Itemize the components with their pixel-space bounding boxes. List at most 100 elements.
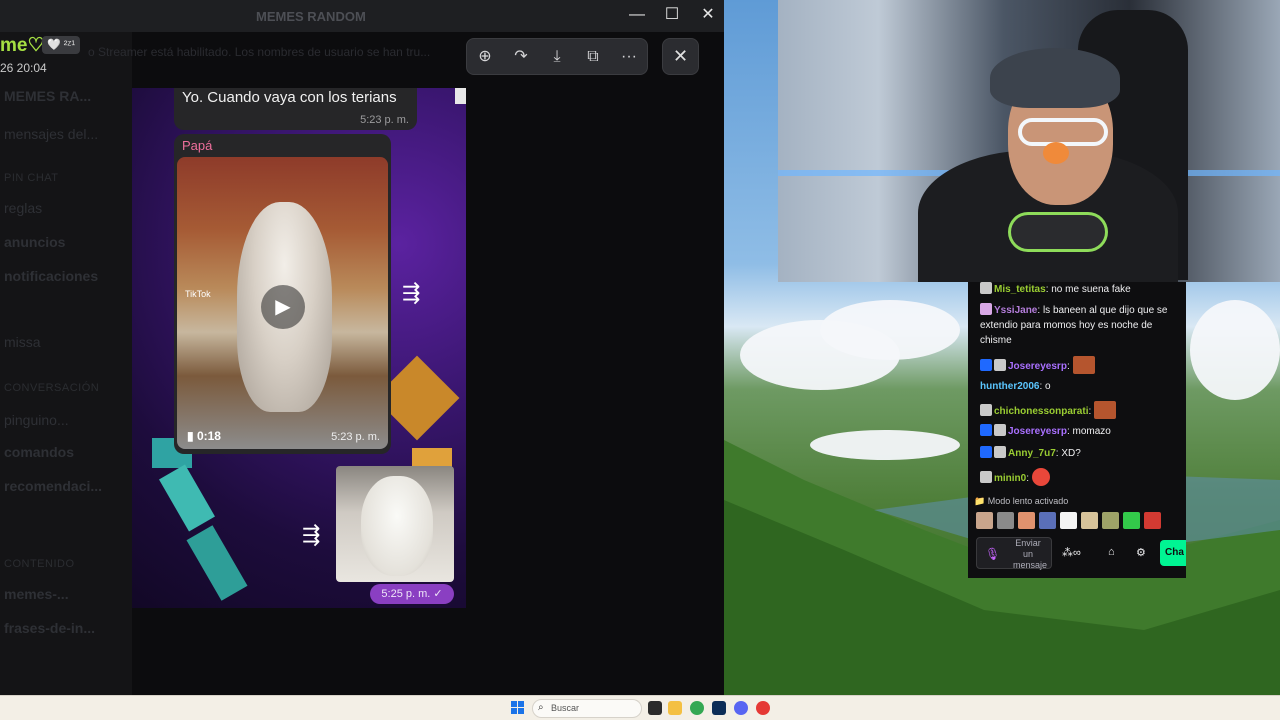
more-icon[interactable]: ··· bbox=[619, 47, 639, 67]
chat-username[interactable]: Josereyesrp bbox=[1008, 426, 1067, 437]
twitch-chat-panel: Mis_tetitas: no me suena fake YssiJane: … bbox=[968, 282, 1186, 578]
close-viewer-button[interactable]: ✕ bbox=[662, 38, 699, 75]
webcam-feed bbox=[778, 0, 1280, 282]
sidebar-item[interactable]: frases-de-in... bbox=[4, 620, 95, 636]
chat-text: no me suena fake bbox=[1051, 284, 1131, 295]
emote-icon[interactable] bbox=[1123, 512, 1140, 529]
cap bbox=[990, 48, 1120, 108]
title-bar: MEMES RANDOM — ☐ ✕ bbox=[0, 0, 724, 32]
chat-username[interactable]: Anny_7u7 bbox=[1008, 448, 1056, 459]
emote-icon[interactable] bbox=[1039, 512, 1056, 529]
bits-icon[interactable]: ⁂∞ bbox=[1062, 546, 1081, 559]
channel-sidebar: MEMES RA... mensajes del... PIN CHAT reg… bbox=[0, 32, 132, 695]
novelty-glasses bbox=[1018, 118, 1108, 146]
server-name[interactable]: MEMES RA... bbox=[4, 88, 91, 104]
sidebar-category[interactable]: PIN CHAT bbox=[4, 172, 59, 184]
emote-icon[interactable] bbox=[997, 512, 1014, 529]
emote-icon[interactable] bbox=[976, 512, 993, 529]
chrome-icon[interactable] bbox=[690, 701, 704, 715]
video-duration: ▮ 0:18 bbox=[187, 429, 221, 443]
chat-message: hunther2006: o bbox=[980, 381, 1051, 392]
open-external-icon[interactable]: ⧉ bbox=[583, 47, 603, 67]
store-icon[interactable]: ⌂ bbox=[1108, 546, 1115, 558]
chat-username[interactable]: Mis_tetitas bbox=[994, 284, 1046, 295]
play-icon: ▶ bbox=[261, 285, 305, 329]
emote-icon[interactable] bbox=[1060, 512, 1077, 529]
prime-badge-icon bbox=[980, 424, 992, 436]
sidebar-item[interactable]: memes-... bbox=[4, 586, 69, 602]
windows-start-icon[interactable] bbox=[511, 701, 525, 715]
emote-icon[interactable] bbox=[1102, 512, 1119, 529]
discord-window: MEMES RANDOM — ☐ ✕ MEMES RA... mensajes … bbox=[0, 0, 724, 695]
microphone-icon[interactable]: 🎙 bbox=[985, 547, 1000, 561]
message-text: Yo. Cuando vaya con los terians bbox=[182, 89, 397, 106]
video-thumbnail: TikTok ▶ ▮ 0:18 5:23 p. m. bbox=[177, 157, 388, 449]
chat-username[interactable]: Josereyesrp bbox=[1008, 361, 1067, 372]
forward-icon[interactable]: ↷ bbox=[511, 47, 531, 67]
chat-message: chichonessonparati: bbox=[980, 401, 1176, 419]
close-window-button[interactable]: ✕ bbox=[699, 6, 717, 24]
scroll-marker bbox=[455, 88, 466, 104]
photoshop-icon[interactable] bbox=[712, 701, 726, 715]
task-view-icon[interactable] bbox=[648, 701, 662, 715]
settings-gear-icon[interactable]: ⚙ bbox=[1136, 546, 1146, 559]
cloud bbox=[820, 300, 960, 360]
maximize-button[interactable]: ☐ bbox=[663, 6, 681, 24]
chat-text: XD? bbox=[1061, 448, 1081, 459]
zoom-in-icon[interactable]: ⊕ bbox=[475, 47, 495, 67]
chat-text: momazo bbox=[1072, 426, 1111, 437]
chat-username[interactable]: hunther2006 bbox=[980, 381, 1039, 392]
sidebar-item[interactable]: mensajes del... bbox=[4, 126, 98, 142]
sidebar-category[interactable]: CONVERSACIÓN bbox=[4, 382, 99, 394]
slow-mode-text: Modo lento activado bbox=[987, 496, 1069, 506]
timestamp: 26 20:04 bbox=[0, 61, 47, 75]
app-icon[interactable] bbox=[756, 701, 770, 715]
image-viewer-toolbar: ⊕ ↷ ⤓ ⧉ ··· bbox=[466, 38, 648, 75]
sidebar-item[interactable]: comandos bbox=[4, 444, 74, 460]
chat-message: Josereyesrp: momazo bbox=[980, 424, 1176, 439]
chat-username[interactable]: YssiJane bbox=[994, 305, 1037, 316]
subscriber-badge-icon bbox=[994, 446, 1006, 458]
chat-send-button[interactable]: Cha bbox=[1160, 540, 1186, 566]
discord-app-icon[interactable] bbox=[734, 701, 748, 715]
sidebar-item[interactable]: recomendaci... bbox=[4, 478, 102, 494]
emote-icon[interactable] bbox=[1081, 512, 1098, 529]
chat-username[interactable]: chichonessonparati bbox=[994, 406, 1088, 417]
sidebar-item[interactable]: notificaciones bbox=[4, 268, 98, 284]
video-message-bubble: Papá TikTok ▶ ▮ 0:18 5:23 p. m. bbox=[174, 134, 391, 454]
sidebar-item[interactable]: missa bbox=[4, 334, 41, 350]
forward-icon: ⇶ bbox=[402, 280, 421, 305]
chat-message: Josereyesrp: bbox=[980, 356, 1176, 374]
sidebar-item[interactable]: anuncios bbox=[4, 234, 65, 250]
sidebar-item[interactable]: reglas bbox=[4, 200, 42, 216]
chat-message: minin0: bbox=[980, 468, 1176, 486]
dog-image bbox=[361, 476, 433, 576]
dog-photo bbox=[336, 466, 454, 582]
sidebar-category[interactable]: CONTENIDO bbox=[4, 558, 75, 570]
download-icon[interactable]: ⤓ bbox=[547, 47, 567, 67]
chat-input[interactable]: 🎙 Enviar un mensaje bbox=[976, 537, 1052, 570]
subscriber-badge-icon bbox=[994, 424, 1006, 436]
emote-icon[interactable] bbox=[1018, 512, 1035, 529]
username: me♡ bbox=[0, 35, 45, 56]
slow-mode-notice: 📁 Modo lento activado bbox=[974, 496, 1069, 506]
search-placeholder: Buscar bbox=[551, 703, 580, 713]
message-bubble: Yo. Cuando vaya con los terians 5:23 p. … bbox=[174, 88, 417, 130]
taskbar-search[interactable]: ⌕ Buscar bbox=[532, 699, 642, 718]
minimize-button[interactable]: — bbox=[628, 6, 646, 24]
emote-icon[interactable] bbox=[1144, 512, 1161, 529]
subscriber-badge-icon bbox=[980, 303, 992, 315]
prime-badge-icon bbox=[980, 359, 992, 371]
subscriber-badge-icon bbox=[994, 359, 1006, 371]
windows-taskbar: ⌕ Buscar bbox=[0, 695, 1280, 720]
streamer bbox=[878, 30, 1178, 282]
message-time: 5:23 p. m. bbox=[360, 114, 409, 126]
tiktok-watermark: TikTok bbox=[185, 289, 211, 299]
chat-username[interactable]: minin0 bbox=[994, 473, 1026, 484]
sidebar-item[interactable]: pinguino... bbox=[4, 412, 69, 428]
window-title: MEMES RANDOM bbox=[256, 9, 366, 24]
microphone bbox=[1008, 212, 1108, 252]
emote-picker-row bbox=[976, 512, 1176, 530]
chat-input-placeholder: Enviar un mensaje bbox=[1013, 538, 1048, 570]
file-explorer-icon[interactable] bbox=[668, 701, 682, 715]
